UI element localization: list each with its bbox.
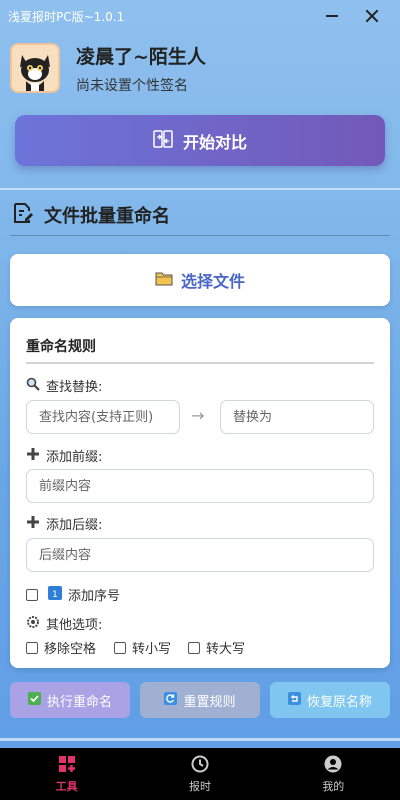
add-index-option[interactable]: 1 添加序号 [26,585,120,604]
section-header: 文件批量重命名 [12,200,170,230]
reset-rules-button[interactable]: 重置规则 [140,682,260,718]
clock-icon [191,755,209,776]
profile-header: 凌晨了~陌生人 尚未设置个性签名 [0,36,400,100]
svg-text:1: 1 [52,590,58,600]
close-button[interactable] [352,0,392,32]
avatar[interactable] [10,43,60,93]
minimize-button[interactable] [312,0,352,32]
remove-spaces-checkbox[interactable] [26,641,38,654]
suffix-label: 添加后缀: [26,514,102,533]
refresh-icon [164,691,178,709]
plus-icon [26,515,40,533]
tab-mine-label: 我的 [322,779,345,793]
select-file-label: 选择文件 [180,272,245,291]
suffix-input[interactable] [26,538,374,572]
numbers-icon: 1 [48,585,62,604]
find-replace-text: 查找替换: [46,380,103,395]
remove-spaces-option[interactable]: 移除空格 [26,638,96,657]
tab-mine[interactable]: 我的 [267,748,400,800]
minimize-icon [326,15,338,17]
bottom-tab-bar: 工具 报时 我的 [0,748,400,800]
gear-icon [26,615,40,633]
find-replace-label: 查找替换: [26,376,102,395]
check-icon [27,691,41,709]
remove-spaces-text: 移除空格 [44,642,97,657]
to-upper-checkbox[interactable] [188,641,200,654]
tab-time-report[interactable]: 报时 [133,748,266,800]
rules-divider [26,362,374,364]
other-options-text: 其他选项: [46,618,103,633]
suffix-text: 添加后缀: [46,518,103,533]
close-icon [365,9,379,23]
user-icon [324,755,342,776]
window-title: 浅夏报时PC版~1.0.1 [8,9,125,24]
find-input[interactable] [26,400,180,434]
section-title: 文件批量重命名 [44,206,170,227]
add-index-text: 添加序号 [68,589,121,604]
reset-rules-label: 重置规则 [183,694,236,710]
rules-title: 重命名规则 [26,339,96,355]
section-divider [10,235,390,236]
to-upper-option[interactable]: 转大写 [188,638,245,657]
prefix-text: 添加前缀: [46,450,103,465]
cat-avatar-icon [12,45,58,91]
prefix-label: 添加前缀: [26,446,102,465]
profile-name: 凌晨了~陌生人 [76,45,206,68]
select-file-button[interactable]: 选择文件 [10,254,390,306]
to-upper-text: 转大写 [206,642,246,657]
bottom-divider [0,738,400,741]
execute-rename-label: 执行重命名 [46,694,112,710]
title-bar: 浅夏报时PC版~1.0.1 [0,0,400,32]
to-lower-text: 转小写 [132,642,172,657]
compare-icon [153,129,173,152]
tab-time-report-label: 报时 [188,779,211,793]
undo-icon [287,691,301,709]
rename-rules-card: 重命名规则 查找替换: → 添加前缀: 添加后缀: 1 [10,318,390,668]
file-edit-icon [12,202,34,229]
toolbox-icon [58,755,76,776]
search-icon [26,377,40,395]
prefix-input[interactable] [26,469,374,503]
restore-names-button[interactable]: 恢复原名称 [270,682,390,718]
start-compare-button[interactable]: 开始对比 [15,115,385,166]
folder-icon [155,271,173,290]
to-lower-checkbox[interactable] [114,641,126,654]
divider [0,188,400,190]
execute-rename-button[interactable]: 执行重命名 [10,682,130,718]
other-options-label: 其他选项: [26,614,102,633]
tab-tools[interactable]: 工具 [0,748,133,800]
plus-icon [26,447,40,465]
profile-signature: 尚未设置个性签名 [76,77,188,94]
restore-names-label: 恢复原名称 [306,694,372,710]
tab-tools-label: 工具 [55,779,78,793]
to-lower-option[interactable]: 转小写 [114,638,171,657]
start-compare-label: 开始对比 [182,132,247,152]
replace-input[interactable] [220,400,374,434]
arrow-icon: → [191,406,205,425]
add-index-checkbox[interactable] [26,588,38,601]
